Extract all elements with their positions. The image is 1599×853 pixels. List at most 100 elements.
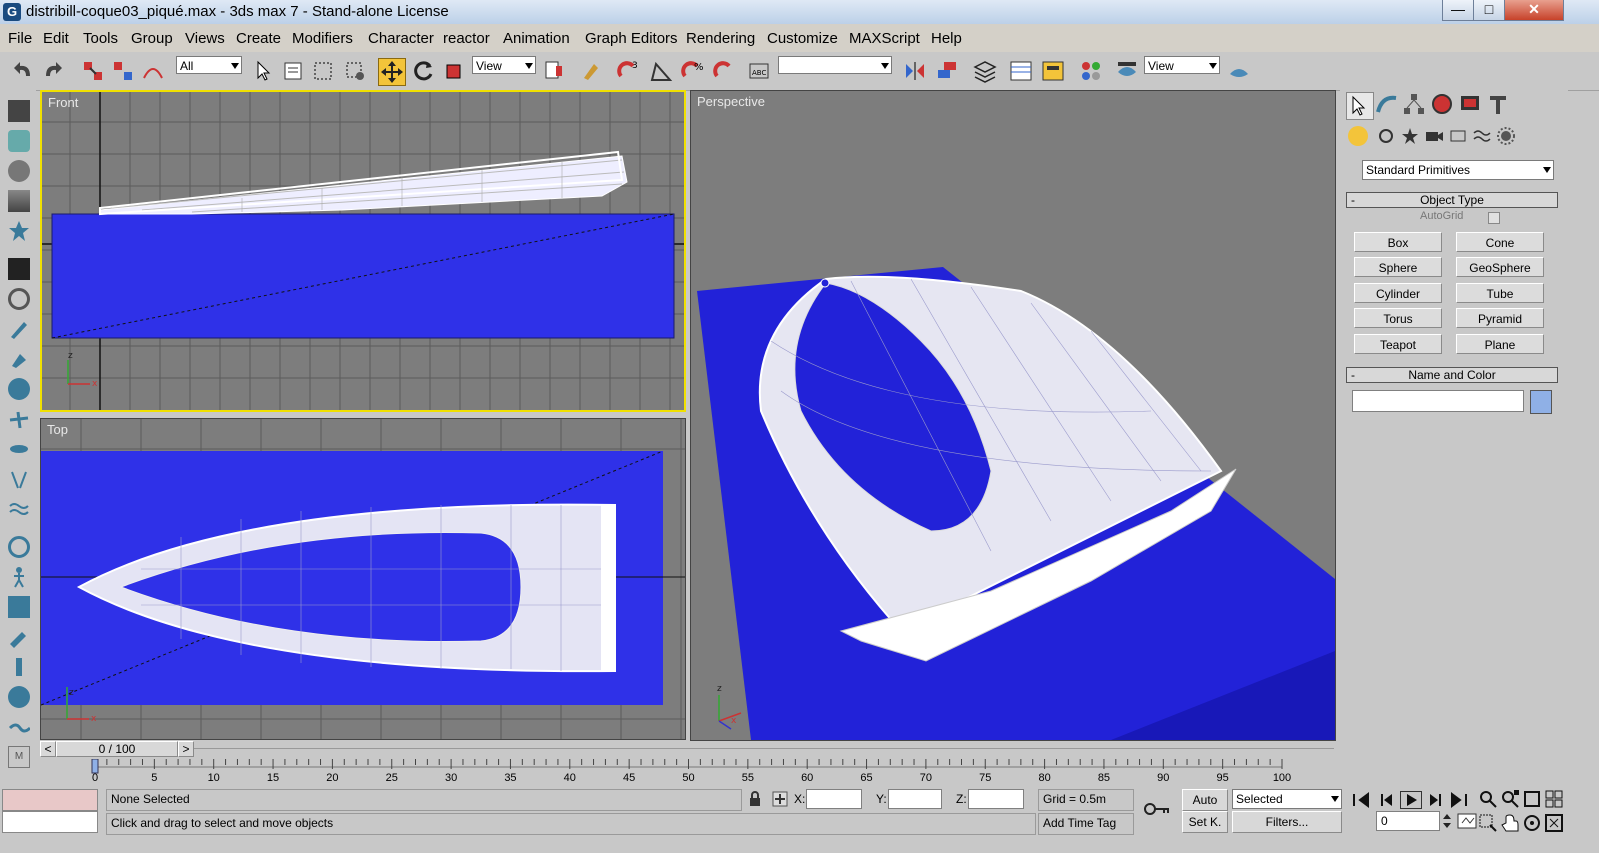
box-button[interactable]: Box [1354, 232, 1442, 252]
zoom-all-icon[interactable] [1500, 789, 1520, 809]
object-name-field[interactable] [1352, 390, 1524, 412]
autogrid-checkbox[interactable] [1488, 212, 1500, 224]
z-coordinate-field[interactable] [968, 789, 1024, 809]
arc-rotate-icon[interactable] [1522, 813, 1542, 833]
render-view-dropdown[interactable]: View [1144, 56, 1220, 74]
current-time-marker[interactable] [91, 759, 99, 774]
tube-button[interactable]: Tube [1456, 283, 1544, 303]
top-viewport[interactable]: z x Top [40, 418, 686, 740]
play-icon[interactable] [1400, 791, 1422, 809]
manipulate-icon[interactable] [580, 58, 606, 84]
schematic-view-icon[interactable] [1040, 58, 1066, 84]
spinner-snap-icon[interactable] [712, 58, 738, 84]
select-and-rotate-icon[interactable] [410, 58, 436, 84]
spline-icon[interactable] [8, 408, 30, 430]
cylinder-button[interactable]: Cylinder [1354, 283, 1442, 303]
front-viewport[interactable]: z x Front [40, 90, 686, 412]
object-color-swatch[interactable] [1530, 390, 1552, 414]
key-filters-button[interactable]: Filters... [1232, 811, 1342, 833]
front-viewport-label[interactable]: Front [48, 95, 78, 110]
time-configuration-icon[interactable] [1456, 811, 1478, 831]
redo-icon[interactable] [40, 58, 66, 84]
pencil-icon[interactable] [8, 318, 30, 340]
sphere-icon[interactable] [8, 160, 30, 182]
menu-reactor[interactable]: reactor [443, 30, 490, 47]
next-frame-icon[interactable] [1424, 791, 1446, 809]
pyramid-button[interactable]: Pyramid [1456, 308, 1544, 328]
named-selection-dropdown[interactable] [778, 56, 892, 74]
go-to-start-icon[interactable] [1350, 791, 1372, 809]
render-scene-icon[interactable] [1114, 58, 1140, 84]
object-type-rollout[interactable]: - Object Type [1346, 192, 1558, 208]
add-time-tag-button[interactable]: Add Time Tag [1038, 813, 1134, 835]
select-and-scale-icon[interactable] [442, 58, 468, 84]
current-frame-field[interactable]: 0 [1376, 811, 1440, 831]
wheel-icon[interactable] [8, 686, 30, 708]
menu-edit[interactable]: Edit [43, 30, 69, 47]
x-coordinate-field[interactable] [806, 789, 862, 809]
cameras-icon[interactable] [1424, 126, 1444, 146]
zoom-extents-icon[interactable] [1522, 789, 1542, 809]
menu-maxscript[interactable]: MAXScript [849, 30, 920, 47]
figure-icon[interactable] [8, 656, 30, 678]
y-coordinate-field[interactable] [888, 789, 942, 809]
selection-filter-dropdown[interactable]: All [176, 56, 242, 74]
time-slider-next-button[interactable]: > [178, 741, 194, 757]
hierarchy-tab-icon[interactable] [1402, 92, 1428, 118]
rope-icon[interactable] [8, 716, 30, 738]
set-key-icon[interactable] [1142, 797, 1172, 821]
go-to-end-icon[interactable] [1448, 791, 1470, 809]
minimize-button[interactable]: — [1442, 0, 1474, 21]
window-crossing-icon[interactable] [342, 58, 368, 84]
menu-graph-editors[interactable]: Graph Editors [585, 30, 678, 47]
menu-tools[interactable]: Tools [83, 30, 118, 47]
unlink-icon[interactable] [110, 58, 136, 84]
maximize-viewport-icon[interactable] [1544, 813, 1564, 833]
edit-named-selection-icon[interactable]: ABC [746, 58, 772, 84]
maxscript-mini-listener-white[interactable] [2, 811, 98, 833]
menu-views[interactable]: Views [185, 30, 225, 47]
menu-customize[interactable]: Customize [767, 30, 838, 47]
frame-spinner[interactable] [1442, 811, 1452, 831]
primitive-type-dropdown[interactable]: Standard Primitives [1362, 160, 1554, 180]
biped-icon[interactable] [8, 566, 30, 588]
menu-file[interactable]: File [8, 30, 32, 47]
perspective-viewport[interactable]: z x Perspective [690, 90, 1336, 741]
modify-tab-icon[interactable] [1374, 92, 1400, 118]
angle-snap-icon[interactable] [648, 58, 674, 84]
utilities-tab-icon[interactable] [1486, 92, 1512, 118]
time-slider-thumb[interactable]: 0 / 100 [56, 741, 178, 757]
time-slider[interactable]: < 0 / 100 > [40, 741, 1335, 759]
pivot-center-icon[interactable] [542, 58, 568, 84]
zoom-icon[interactable] [1478, 789, 1498, 809]
absolute-transform-icon[interactable] [772, 791, 788, 807]
hammer-icon[interactable] [8, 626, 30, 648]
rotate-ring-icon[interactable] [8, 536, 30, 558]
display-tab-icon[interactable] [1458, 92, 1484, 118]
perspective-viewport-label[interactable]: Perspective [697, 94, 765, 109]
quick-render-icon[interactable] [1226, 58, 1252, 84]
maxscript-mini-listener-pink[interactable] [2, 789, 98, 811]
cone-button[interactable]: Cone [1456, 232, 1544, 252]
menu-rendering[interactable]: Rendering [686, 30, 755, 47]
menu-group[interactable]: Group [131, 30, 173, 47]
maxscript-listener-icon[interactable]: M [8, 746, 30, 768]
teapot-button[interactable]: Teapot [1354, 334, 1442, 354]
shirt-icon[interactable] [8, 130, 30, 152]
pan-icon[interactable] [1500, 813, 1520, 833]
menu-help[interactable]: Help [931, 30, 962, 47]
snaps-toggle-icon[interactable]: 3 [616, 58, 642, 84]
sphere-button[interactable]: Sphere [1354, 257, 1442, 277]
cloth-icon[interactable] [8, 596, 30, 618]
name-and-color-rollout[interactable]: - Name and Color [1346, 367, 1558, 383]
select-and-move-icon[interactable] [378, 58, 406, 86]
helpers-category-icon[interactable] [1448, 126, 1468, 146]
lock-icon[interactable] [748, 791, 762, 807]
region-zoom-icon[interactable] [1478, 813, 1498, 833]
menu-create[interactable]: Create [236, 30, 281, 47]
percent-snap-icon[interactable]: % [680, 58, 706, 84]
space-warps-icon[interactable] [1472, 126, 1492, 146]
reference-coordinate-dropdown[interactable]: View [472, 56, 536, 74]
fish-icon[interactable] [8, 438, 30, 460]
undo-icon[interactable] [10, 58, 36, 84]
